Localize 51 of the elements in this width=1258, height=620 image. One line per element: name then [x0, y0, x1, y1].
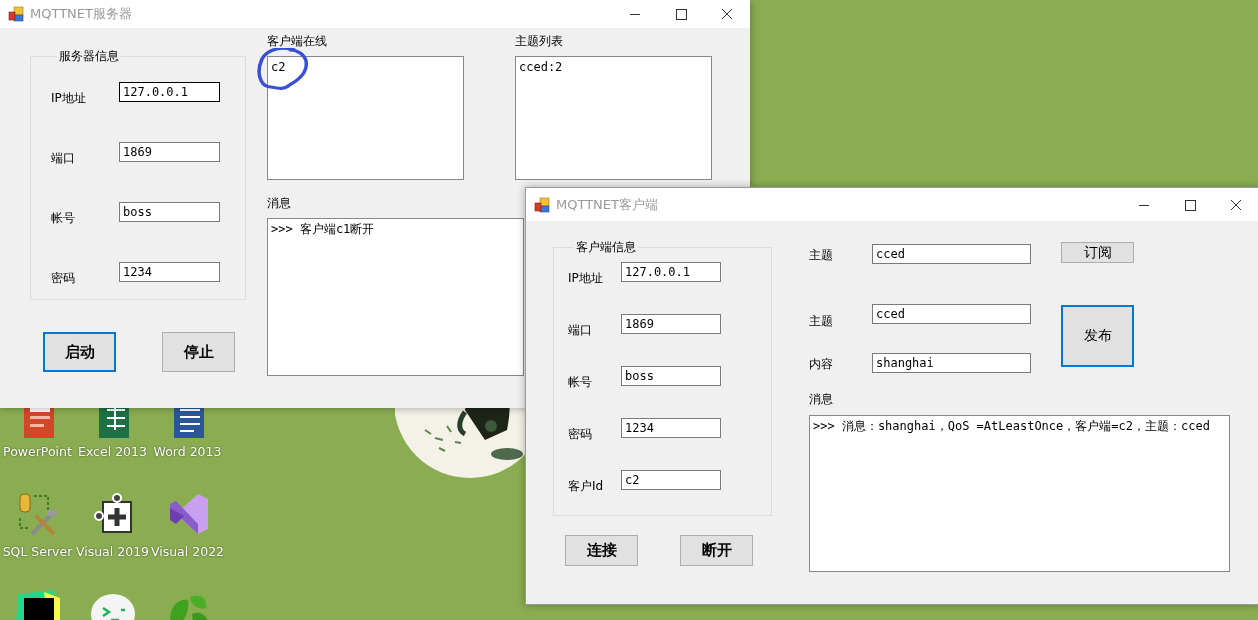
field-label: IP地址 [568, 270, 604, 286]
button[interactable]: 发布 [1061, 305, 1134, 367]
text-field[interactable]: boss [621, 366, 721, 386]
icon-label: Excel 2013 [78, 444, 147, 460]
list-item[interactable]: cced:2 [517, 60, 710, 75]
field-label: 密码 [51, 270, 76, 286]
text-field[interactable]: 1234 [621, 418, 721, 438]
field-label: 主题 [809, 247, 834, 263]
messages-label: 消息 [267, 195, 291, 211]
field-label: 客户Id [568, 478, 605, 494]
action-button[interactable]: 连接 [565, 535, 638, 566]
button[interactable]: 订阅 [1061, 242, 1134, 263]
text-field[interactable]: shanghai [872, 353, 1031, 373]
list-label: 主题列表 [515, 33, 563, 49]
icon-label: PowerPoint [3, 444, 72, 460]
field-label: 端口 [568, 322, 593, 338]
icon-label: Visual 2019 [75, 544, 150, 560]
field-label: 端口 [51, 150, 76, 166]
message-field[interactable]: >>> 客户端c1断开 [267, 218, 524, 376]
list-item[interactable]: c2 [269, 60, 462, 75]
icon-label: SQL Server [2, 544, 73, 560]
window-title: MQTTNET服务器 [30, 5, 132, 23]
text-field[interactable]: 1869 [119, 142, 220, 162]
action-button[interactable]: 停止 [162, 332, 235, 372]
text-field[interactable]: 1869 [621, 314, 721, 334]
field-label: 帐号 [51, 210, 76, 226]
list-label: 客户端在线 [267, 33, 327, 49]
action-button[interactable]: 启动 [43, 332, 116, 372]
window-title: MQTTNET客户端 [556, 195, 658, 214]
icon-label: Visual 2022 [150, 544, 225, 560]
messages-label: 消息 [809, 391, 833, 407]
action-button[interactable]: 断开 [680, 535, 753, 566]
app-icon [534, 196, 550, 213]
app-icon [8, 6, 24, 22]
field-label: 内容 [809, 356, 834, 372]
message-field[interactable]: >>> 消息：shanghai，QoS =AtLeastOnce，客户端=c2，主题：cced [809, 415, 1230, 572]
text-field[interactable]: cced [872, 244, 1031, 264]
group-title: 客户端信息 [575, 239, 637, 255]
field-label: IP地址 [51, 90, 87, 106]
text-field[interactable]: c2 [621, 470, 721, 490]
text-field[interactable]: 127.0.0.1 [621, 262, 721, 282]
icon-label: Word 2013 [153, 444, 222, 460]
field-label: 帐号 [568, 374, 593, 390]
text-field[interactable]: cced [872, 304, 1031, 324]
field-label: 密码 [568, 426, 593, 442]
text-field[interactable]: boss [119, 202, 220, 222]
text-field[interactable]: 127.0.0.1 [119, 82, 220, 102]
code-editor-icon[interactable] [13, 588, 62, 620]
text-field[interactable]: 1234 [119, 262, 220, 282]
field-label: 主题 [809, 313, 834, 329]
group-title: 服务器信息 [58, 48, 120, 64]
